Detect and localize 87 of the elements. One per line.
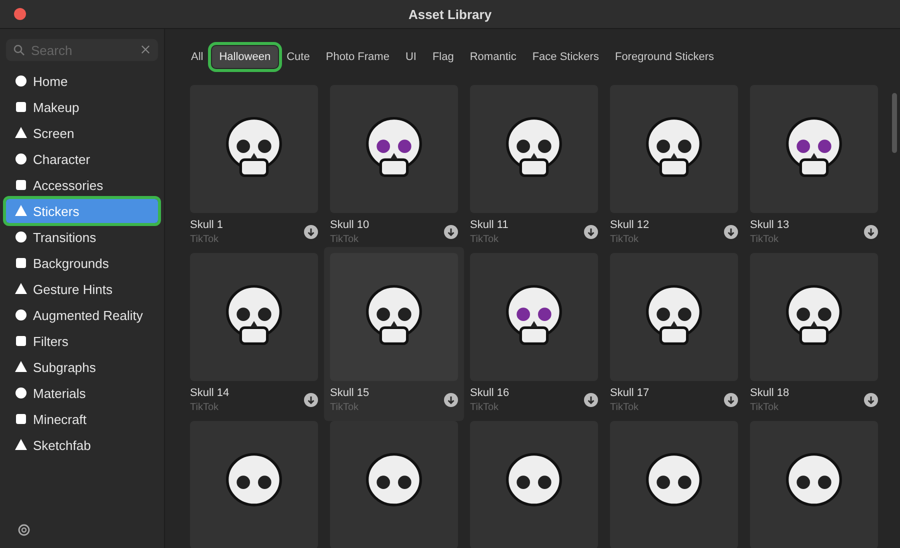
category-icon [14, 152, 28, 166]
category-tab[interactable]: Halloween [212, 46, 278, 68]
close-button[interactable] [14, 8, 26, 20]
category-icon [14, 386, 28, 400]
category-icon [14, 230, 28, 244]
asset-name: Skull 1 [190, 219, 224, 231]
skull-sticker-drawing[interactable] [330, 253, 458, 381]
category-icon [14, 256, 28, 270]
sidebar-item[interactable]: Augmented Reality [6, 303, 158, 327]
sidebar-item[interactable]: Gesture Hints [6, 277, 158, 301]
download-icon[interactable] [304, 225, 318, 239]
asset-source: TikTok [610, 234, 640, 245]
download-icon[interactable] [864, 393, 878, 407]
asset-name: Skull 12 [610, 219, 650, 231]
asset-name: Skull 17 [610, 387, 650, 399]
category-icon [14, 360, 28, 374]
category-tab[interactable]: Romantic [462, 46, 524, 68]
asset-name: Skull 18 [750, 387, 790, 399]
skull-sticker-drawing[interactable] [610, 253, 738, 381]
skull-sticker-drawing[interactable] [470, 253, 598, 381]
asset-name: Skull 15 [330, 387, 370, 399]
clear-icon[interactable] [141, 45, 150, 54]
sidebar-item[interactable]: Makeup [6, 95, 158, 119]
skull-sticker-drawing[interactable] [750, 253, 878, 381]
category-icon [14, 178, 28, 192]
asset-source: TikTok [330, 234, 360, 245]
sidebar-item[interactable]: Accessories [6, 173, 158, 197]
skull-sticker-drawing[interactable] [330, 85, 458, 213]
category-tab[interactable]: UI [398, 46, 424, 68]
skull-sticker-drawing[interactable] [750, 421, 878, 548]
category-icon [14, 74, 28, 88]
asset-name: Skull 14 [190, 387, 230, 399]
category-icon [14, 308, 28, 322]
download-icon[interactable] [584, 225, 598, 239]
skull-sticker-drawing[interactable] [750, 85, 878, 213]
sidebar-item[interactable]: Backgrounds [6, 251, 158, 275]
asset-name: Skull 16 [470, 387, 510, 399]
skull-sticker-drawing[interactable] [470, 421, 598, 548]
download-icon[interactable] [444, 225, 458, 239]
skull-sticker-drawing[interactable] [190, 253, 318, 381]
category-icon [14, 438, 28, 452]
sidebar-item[interactable]: Character [6, 147, 158, 171]
download-icon[interactable] [724, 225, 738, 239]
download-icon[interactable] [304, 393, 318, 407]
sidebar-item[interactable]: Sketchfab [6, 433, 158, 457]
download-icon[interactable] [444, 393, 458, 407]
skull-sticker-drawing[interactable] [330, 421, 458, 548]
asset-source: TikTok [470, 402, 500, 413]
scrollbar-thumb[interactable] [892, 93, 897, 153]
download-icon[interactable] [864, 225, 878, 239]
category-tab[interactable]: Face Stickers [525, 46, 606, 68]
asset-source: TikTok [190, 234, 220, 245]
category-icon [14, 126, 28, 140]
skull-sticker-drawing[interactable] [470, 85, 598, 213]
sidebar-item[interactable]: Screen [6, 121, 158, 145]
settings-icon[interactable] [16, 522, 32, 538]
window-title: Asset Library [408, 6, 492, 22]
category-tab[interactable]: Flag [425, 46, 461, 68]
category-tab[interactable]: Cute [280, 46, 317, 68]
skull-sticker-drawing[interactable] [190, 85, 318, 213]
asset-source: TikTok [190, 402, 220, 413]
sidebar-item[interactable]: Filters [6, 329, 158, 353]
asset-source: TikTok [470, 234, 500, 245]
asset-source: TikTok [750, 234, 780, 245]
category-icon [14, 100, 28, 114]
sidebar-item[interactable]: Materials [6, 381, 158, 405]
download-icon[interactable] [724, 393, 738, 407]
sidebar-item[interactable]: Transitions [6, 225, 158, 249]
sidebar-item[interactable]: Subgraphs [6, 355, 158, 379]
asset-source: TikTok [750, 402, 780, 413]
asset-name: Skull 10 [330, 219, 370, 231]
skull-sticker-drawing[interactable] [610, 421, 738, 548]
asset-name: Skull 11 [470, 219, 508, 231]
download-icon[interactable] [584, 393, 598, 407]
category-tab[interactable]: Photo Frame [318, 46, 396, 68]
category-tab[interactable]: All [184, 46, 210, 68]
skull-sticker-drawing[interactable] [190, 421, 318, 548]
skull-sticker-drawing[interactable] [610, 85, 738, 213]
category-icon [14, 282, 28, 296]
category-tab[interactable]: Foreground Stickers [608, 46, 722, 68]
sidebar-item[interactable]: Minecraft [6, 407, 158, 431]
asset-source: TikTok [610, 402, 640, 413]
category-icon [14, 412, 28, 426]
asset-name: Skull 13 [750, 219, 790, 231]
sidebar-item[interactable]: Home [6, 69, 158, 93]
category-icon [14, 334, 28, 348]
category-icon [14, 204, 28, 218]
